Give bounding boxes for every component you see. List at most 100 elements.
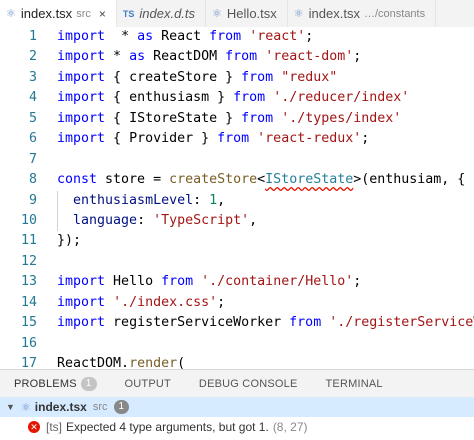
code-token: { IStoreState }: [105, 110, 242, 126]
code-token: './container/Hello': [201, 274, 354, 290]
code-token: 'TypeScript': [153, 212, 250, 228]
code-token: language: [73, 212, 138, 228]
code-line: 9 enthusiasmLevel: 1,: [0, 190, 474, 211]
line-number: 4: [28, 90, 37, 106]
code-token: './reducer/index': [273, 90, 410, 106]
code-token: ;: [361, 131, 370, 147]
code-text: import { Provider } from 'react-redux';: [57, 131, 369, 146]
tab-label: index.d.ts: [139, 6, 196, 21]
problem-item[interactable]: ✕ [ts] Expected 4 type arguments, but go…: [0, 417, 474, 437]
code-token: enthusiasmLevel: [73, 192, 194, 208]
code-line: 11});: [0, 231, 474, 251]
code-token: <: [257, 172, 266, 188]
code-line: 3 import { createStore } from "redux": [0, 68, 474, 88]
code-text: import registerServiceWorker from './reg…: [57, 315, 474, 330]
code-token: from: [217, 131, 250, 147]
editor-tab-bar: ⚛ index.tsx src × TS index.d.ts ⚛ Hello.tsx ⚛ ind…: [0, 0, 474, 28]
code-token: import: [57, 90, 106, 106]
code-line: 8 const store = createStore<IStoreState>(…: [0, 170, 474, 190]
code-token: ,: [217, 192, 226, 208]
code-token: from: [233, 90, 266, 106]
code-text: import Hello from './container/Hello';: [57, 274, 361, 289]
chevron-down-icon[interactable]: ▼: [6, 402, 15, 412]
code-text: import { enthusiasm } from './reducer/in…: [57, 90, 409, 105]
tab-label: index.tsx: [308, 6, 360, 21]
problems-file-label: index.tsx: [34, 400, 87, 414]
code-token: "redux": [281, 69, 338, 85]
code-token: import: [57, 294, 106, 310]
code-text: import { IStoreState } from './types/ind…: [57, 111, 401, 126]
code-line: 15 import registerServiceWorker from './r…: [0, 313, 474, 333]
tab-description: src: [76, 7, 91, 20]
line-number: 6: [28, 131, 37, 147]
code-editor[interactable]: 1 import * as React from 'react'; 2 import …: [0, 27, 474, 369]
code-token: *: [121, 29, 138, 44]
panel-tab-problems[interactable]: PROBLEMS 1: [0, 370, 111, 398]
code-token: *: [105, 49, 130, 65]
code-token: from: [225, 49, 258, 65]
tab-description: …/constants: [363, 7, 426, 20]
tab-label: index.tsx: [20, 6, 73, 21]
code-token: from: [161, 274, 194, 290]
code-line: 10 language: 'TypeScript',: [0, 210, 474, 232]
line-number: 9: [28, 192, 37, 208]
code-token: :: [137, 212, 154, 228]
code-token: ReactDOM: [145, 49, 226, 65]
tab-3[interactable]: ⚛ index.tsx …/constants: [288, 0, 437, 27]
problems-count-badge: 1: [113, 400, 130, 414]
tab-1[interactable]: TS index.d.ts: [117, 0, 207, 27]
code-token: >(enthusiam, {: [353, 172, 466, 188]
problem-source: [ts]: [46, 420, 63, 434]
code-token: as: [129, 49, 146, 65]
react-icon: ⚛: [20, 401, 31, 414]
indent-guide: [57, 190, 58, 211]
code-line: 5 import { IStoreState } from './types/in…: [0, 109, 474, 129]
line-number: 15: [20, 315, 37, 331]
line-number: 7: [28, 151, 37, 167]
tab-0[interactable]: ⚛ index.tsx src ×: [0, 0, 117, 27]
code-token: from: [209, 29, 242, 44]
panel-tab-debug-console[interactable]: DEBUG CONSOLE: [185, 370, 312, 398]
code-token: './index.css': [113, 294, 218, 310]
code-line: 1 import * as React from 'react';: [0, 27, 474, 47]
code-text: ReactDOM.render(: [57, 356, 185, 369]
code-line: 17 ReactDOM.render(: [0, 354, 474, 369]
code-text: import * as React from 'react';: [57, 29, 313, 44]
tab-2[interactable]: ⚛ Hello.tsx: [206, 0, 288, 27]
code-token: Hello: [105, 274, 162, 290]
code-token: from: [241, 110, 274, 126]
close-icon[interactable]: ×: [99, 7, 106, 21]
line-number: 3: [28, 69, 37, 85]
code-text: import { createStore } from "redux": [57, 70, 337, 85]
code-token: './types/index': [281, 110, 402, 126]
problems-file-row[interactable]: ▼ ⚛ index.tsx src 1: [0, 397, 474, 417]
panel-tab-label: OUTPUT: [124, 378, 171, 390]
problem-message: Expected 4 type arguments, but got 1.: [66, 420, 269, 434]
panel-tab-output[interactable]: OUTPUT: [111, 370, 185, 398]
code-text: const store = createStore<IStoreState>(e…: [57, 172, 465, 187]
react-icon: ⚛: [293, 8, 304, 20]
code-token: { enthusiasm }: [105, 90, 234, 106]
code-token: ReactDOM.: [57, 356, 130, 369]
line-number: 11: [20, 233, 37, 249]
code-token: store =: [97, 172, 170, 188]
react-icon: ⚛: [212, 8, 222, 20]
react-icon: ⚛: [6, 8, 16, 20]
code-text: import * as ReactDOM from 'react-dom';: [57, 49, 361, 64]
code-line: 6 import { Provider } from 'react-redux';: [0, 129, 474, 149]
code-token: ,: [249, 212, 258, 228]
code-token: const: [57, 172, 98, 188]
code-text: });: [57, 233, 81, 248]
panel-tab-terminal[interactable]: TERMINAL: [312, 370, 397, 398]
code-token: import: [57, 49, 106, 65]
problems-badge: 1: [80, 376, 97, 391]
indent-guide: [57, 210, 58, 232]
code-line: 7: [0, 150, 474, 170]
